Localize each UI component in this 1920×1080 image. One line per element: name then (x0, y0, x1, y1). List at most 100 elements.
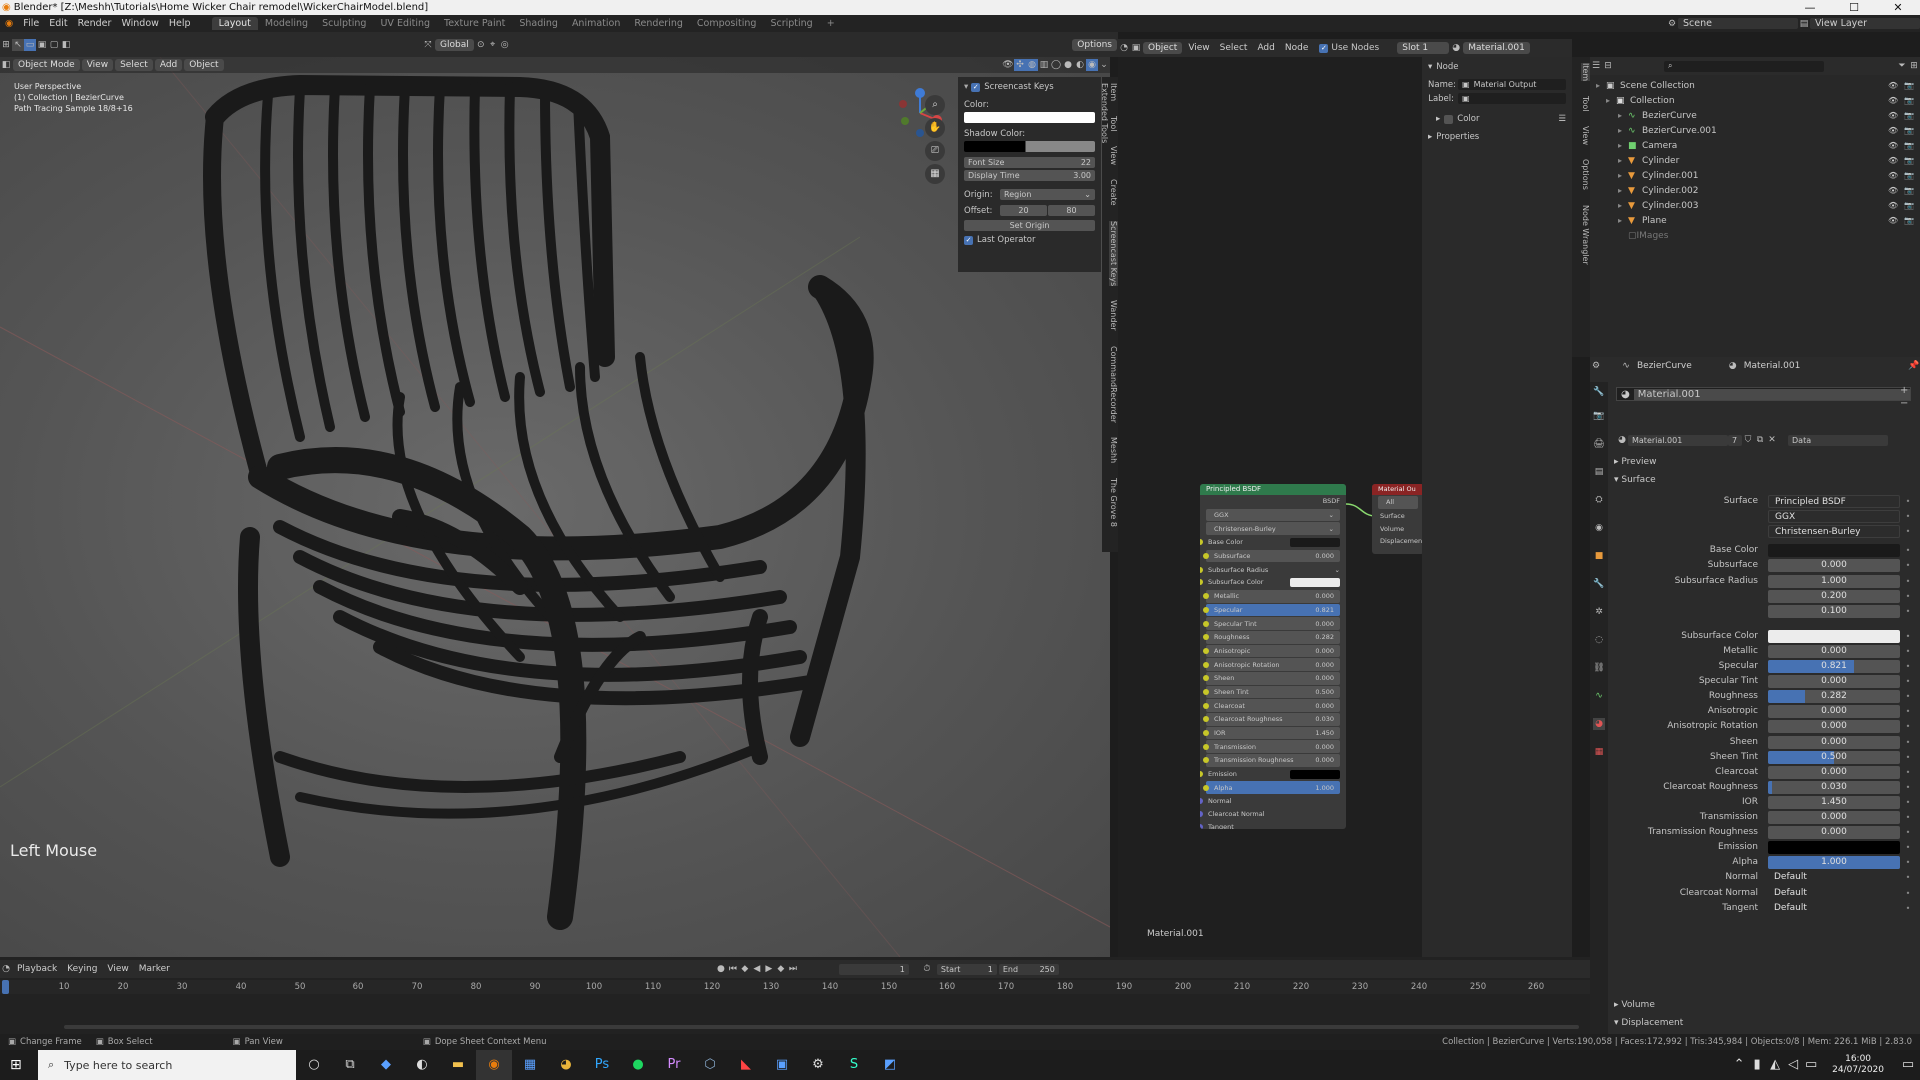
material-output-node[interactable]: Material Ou All Surface Volume Displacem… (1372, 484, 1424, 554)
bsdf-input-clearcoat[interactable]: Clearcoat 0.000 (1203, 699, 1340, 712)
overlay-toggle-icon[interactable]: ◍ (1026, 59, 1038, 71)
world-tab-icon[interactable]: ◉ (1593, 522, 1605, 534)
prop-value-field[interactable]: 0.000 (1768, 810, 1900, 824)
visibility-eye-icon[interactable]: 👁 (1888, 171, 1904, 180)
outliner-collection[interactable]: ▸ ▣ Collection 👁 📷 (1590, 93, 1920, 108)
outliner-search-input[interactable]: ⌕ (1664, 60, 1824, 72)
object-tab-icon[interactable]: ■ (1593, 550, 1605, 562)
bsdf-input-metallic[interactable]: Metallic 0.000 (1203, 589, 1340, 603)
menu-render[interactable]: Render (73, 18, 117, 29)
preview-range-icon[interactable]: ⏱ (921, 963, 933, 975)
tool-tab-icon[interactable]: 🔧 (1593, 386, 1605, 398)
sidebar-tab-commandrecorder[interactable]: CommandRecorder (1109, 346, 1118, 423)
input-socket[interactable] (1200, 566, 1203, 573)
expand-icon[interactable]: ▸ (1618, 201, 1628, 210)
jump-start-icon[interactable]: ⏮ (727, 963, 739, 975)
spotify-icon[interactable]: ● (620, 1050, 656, 1080)
prop-value-field[interactable]: 1.450 (1768, 795, 1900, 809)
prop-value-field[interactable]: Christensen-Burley (1768, 524, 1900, 538)
expand-icon[interactable]: ▸ (1618, 186, 1628, 195)
visibility-eye-icon[interactable]: 👁 (1888, 186, 1904, 195)
bsdf-input-clearcoat-roughness[interactable]: Clearcoat Roughness 0.030 (1203, 713, 1340, 726)
bsdf-input-ior[interactable]: IOR 1.450 (1203, 726, 1340, 740)
prop-value-field[interactable]: GGX (1768, 509, 1900, 523)
input-socket[interactable] (1203, 675, 1209, 682)
input-socket[interactable] (1200, 539, 1203, 546)
physics-tab-icon[interactable]: ◌ (1593, 634, 1605, 646)
keying-menu[interactable]: Keying (62, 964, 102, 974)
display-time-field[interactable]: Display Time 3.00 (964, 170, 1095, 181)
view-layer-tab-icon[interactable]: ▤ (1593, 466, 1605, 478)
prop-value-field[interactable]: 0.100 (1768, 604, 1900, 618)
input-socket[interactable] (1203, 702, 1209, 709)
file-explorer-icon[interactable]: ▬ (440, 1050, 476, 1080)
tab-rendering[interactable]: Rendering (627, 17, 690, 30)
input-socket[interactable] (1200, 798, 1203, 805)
prop-value-field[interactable]: 0.000 (1768, 735, 1900, 749)
displacement-section[interactable]: ▾ Displacement (1614, 1018, 1683, 1028)
menu-edit[interactable]: Edit (44, 18, 72, 29)
shading-options-icon[interactable]: ⌄ (1098, 59, 1110, 71)
material-name-field[interactable]: Material.001 (1628, 434, 1728, 446)
add-workspace-button[interactable]: + (820, 17, 842, 30)
select-invert-icon[interactable]: ◧ (60, 39, 72, 51)
input-socket[interactable] (1203, 593, 1209, 600)
offset-y-field[interactable]: 80 (1048, 205, 1095, 216)
link-socket-icon[interactable]: • (1904, 647, 1912, 656)
outliner-item-cylinder-002[interactable]: ▸ ▼ Cylinder.002 👁 📷 (1590, 183, 1920, 198)
timeline-scrollbar[interactable] (64, 1025, 1579, 1029)
render-tab-icon[interactable]: 📷 (1593, 410, 1605, 422)
node-tab-node-wrangler[interactable]: Node Wrangler (1581, 205, 1590, 265)
input-socket[interactable] (1200, 771, 1203, 778)
calculator-icon[interactable]: ▦ (512, 1050, 548, 1080)
link-socket-icon[interactable]: • (1904, 527, 1912, 536)
sidebar-tab-create[interactable]: Create (1109, 179, 1118, 206)
editor-type-icon[interactable]: ⊞ (0, 39, 12, 51)
bsdf-node-title[interactable]: Principled BSDF (1200, 484, 1346, 495)
outliner-item-beziercurve[interactable]: ▸ ∿ BezierCurve 👁 📷 (1590, 108, 1920, 123)
select-tool-icon[interactable]: ↖ (12, 38, 24, 51)
material-browse-icon[interactable]: ◕ (1616, 434, 1628, 446)
link-socket-icon[interactable]: • (1904, 738, 1912, 747)
playback-menu[interactable]: Playback (12, 964, 62, 974)
pin-icon[interactable]: 📌 (1908, 360, 1920, 372)
surface-section[interactable]: ▾ Surface (1614, 475, 1656, 485)
sidebar-tab-screencast[interactable]: Screencast Keys (1109, 220, 1118, 286)
snap-icon[interactable]: ⌖ (487, 39, 499, 51)
node-menu-select[interactable]: Select (1215, 43, 1253, 53)
link-socket-icon[interactable]: • (1904, 707, 1912, 716)
input-socket[interactable] (1203, 688, 1209, 695)
bsdf-distribution-dropdown[interactable]: GGX ⌄ (1206, 508, 1340, 522)
prop-value-field[interactable]: 0.000 (1768, 825, 1900, 839)
node-label-field[interactable]: ▣ (1458, 93, 1566, 104)
display-mode-icon[interactable]: ⊟ (1602, 60, 1614, 72)
unlink-icon[interactable]: ✕ (1766, 434, 1778, 446)
windows-start-icon[interactable]: ⊞ (10, 1057, 22, 1073)
jump-end-icon[interactable]: ⏭ (787, 963, 799, 975)
render-camera-icon[interactable]: 📷 (1904, 201, 1920, 210)
render-camera-icon[interactable]: 📷 (1904, 111, 1920, 120)
bsdf-input-transmission[interactable]: Transmission 0.000 (1203, 740, 1340, 754)
filter-icon[interactable]: ⏷ (1896, 60, 1908, 72)
data-tab-icon[interactable]: ∿ (1593, 690, 1605, 702)
link-socket-icon[interactable]: • (1904, 677, 1912, 686)
preview-section[interactable]: ▸ Preview (1614, 457, 1656, 467)
prop-value-field[interactable]: 0.821 (1768, 659, 1900, 673)
link-socket-icon[interactable]: • (1904, 722, 1912, 731)
input-socket[interactable] (1203, 553, 1209, 560)
screencast-enable-checkbox[interactable]: ✓ (971, 82, 981, 92)
blender-logo-icon[interactable]: ◉ (0, 18, 18, 29)
prop-value-field[interactable]: Principled BSDF (1768, 494, 1900, 508)
bsdf-subsurface-method-dropdown[interactable]: Christensen-Burley ⌄ (1206, 522, 1340, 536)
prop-value-field[interactable]: 0.500 (1768, 750, 1900, 764)
marker-menu[interactable]: Marker (134, 964, 175, 974)
particles-tab-icon[interactable]: ✲ (1593, 606, 1605, 618)
play-icon[interactable]: ▶ (763, 963, 775, 975)
visibility-eye-icon[interactable]: 👁 (1888, 96, 1904, 105)
input-socket[interactable] (1203, 647, 1209, 654)
volume-icon[interactable]: ◁ (1784, 1050, 1802, 1080)
prop-value-field[interactable] (1768, 629, 1900, 643)
notification-icon[interactable]: ▭ (1896, 1050, 1920, 1080)
timeline-ruler[interactable]: 10 20 30 40 50 60 70 80 90 100 110 120 130 140 150 160 1… (0, 980, 1590, 994)
prev-keyframe-icon[interactable]: ◆ (739, 963, 751, 975)
